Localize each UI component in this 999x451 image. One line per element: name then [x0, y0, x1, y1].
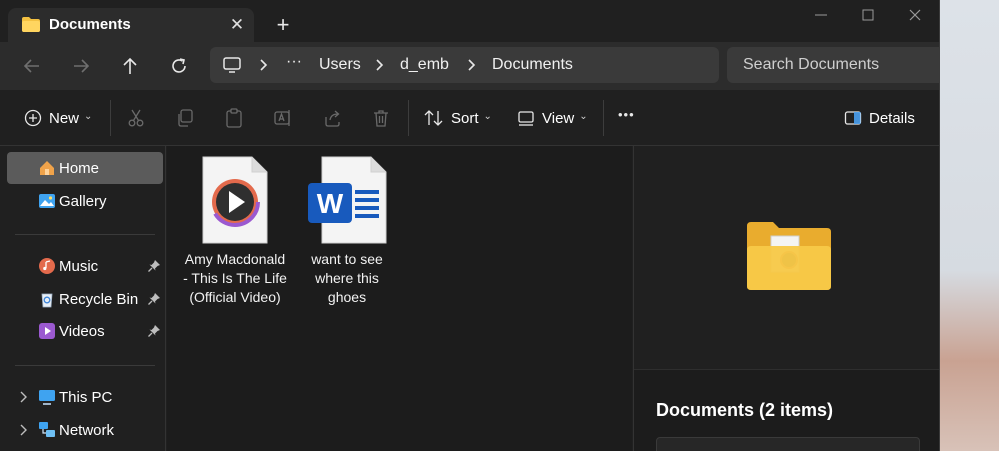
view-label: View — [542, 109, 575, 127]
file-name: want to see where this ghoes — [311, 251, 383, 305]
sidebar-item-recycle-bin[interactable]: Recycle Bin — [7, 283, 163, 315]
this-pc-icon — [39, 390, 55, 405]
chevron-down-icon: ⌄ — [84, 110, 93, 122]
toolbar-divider — [110, 100, 111, 136]
file-explorer-window: Documents ✕ + ··· Users d_emb Documents … — [0, 0, 940, 451]
sidebar-divider — [15, 365, 155, 366]
recycle-bin-icon — [41, 293, 53, 308]
maximize-button[interactable] — [857, 5, 879, 25]
cut-icon[interactable] — [126, 108, 146, 128]
paste-icon[interactable] — [224, 107, 244, 129]
chevron-down-icon: ⌄ — [579, 110, 588, 122]
search-input[interactable]: Search Documents — [727, 47, 939, 83]
chevron-right-icon[interactable] — [17, 390, 29, 404]
details-preview — [634, 146, 939, 370]
word-document-icon: W — [308, 156, 387, 244]
sidebar-item-videos[interactable]: Videos — [7, 315, 163, 347]
chevron-right-icon — [468, 59, 476, 71]
up-arrow-icon[interactable] — [118, 54, 142, 78]
details-pane-button[interactable]: Details — [844, 104, 915, 132]
file-item[interactable]: W want to see where this ghoes — [295, 156, 399, 307]
back-arrow-icon[interactable] — [20, 54, 44, 78]
search-placeholder: Search Documents — [743, 56, 880, 73]
toolbar-divider — [603, 100, 604, 136]
sidebar-item-label: Home — [59, 160, 100, 177]
file-list: Amy Macdonald - This Is The Life (Offici… — [167, 146, 632, 451]
pin-icon — [148, 260, 160, 272]
file-name: Amy Macdonald - This Is The Life (Offici… — [183, 251, 287, 305]
close-tab-button[interactable]: ✕ — [226, 14, 248, 36]
navigation-pane: Home Gallery Music Recycle Bin Videos Th… — [0, 146, 166, 451]
network-icon — [39, 422, 55, 437]
sidebar-item-label: Recycle Bin — [59, 291, 139, 308]
sidebar-item-home[interactable]: Home — [7, 152, 163, 184]
chevron-right-icon[interactable] — [17, 423, 29, 437]
gallery-icon — [39, 194, 55, 208]
sidebar-item-label: Network — [59, 422, 115, 439]
file-item[interactable]: Amy Macdonald - This Is The Life (Offici… — [183, 156, 287, 307]
sort-label: Sort — [451, 109, 479, 127]
sidebar-item-gallery[interactable]: Gallery — [7, 185, 163, 217]
delete-icon[interactable] — [371, 108, 391, 128]
sidebar-item-music[interactable]: Music — [7, 250, 163, 282]
rename-icon[interactable] — [273, 108, 293, 128]
view-button[interactable]: View ⌄ — [517, 104, 588, 132]
details-title: Documents (2 items) — [656, 400, 834, 420]
minimize-button[interactable] — [810, 5, 832, 25]
breadcrumb-d-emb[interactable]: d_emb — [400, 56, 449, 74]
new-tab-button[interactable]: + — [272, 14, 294, 36]
folder-icon — [22, 17, 40, 32]
sort-icon — [424, 110, 443, 126]
chevron-right-icon — [376, 59, 384, 71]
more-options-button[interactable]: ••• — [618, 107, 635, 122]
details-pane-icon — [844, 111, 862, 125]
title-bar: Documents ✕ + — [0, 0, 939, 42]
plus-circle-icon — [24, 109, 42, 127]
monitor-icon — [223, 57, 241, 73]
copy-icon[interactable] — [175, 108, 195, 128]
share-icon[interactable] — [322, 108, 342, 128]
forward-arrow-icon[interactable] — [69, 54, 93, 78]
details-label: Details — [869, 109, 915, 127]
breadcrumb-documents[interactable]: Documents — [492, 56, 573, 74]
chevron-down-icon: ⌄ — [483, 110, 492, 122]
videos-icon — [39, 323, 55, 339]
details-pane: Documents (2 items) — [633, 146, 939, 451]
toolbar-divider — [408, 100, 409, 136]
command-bar: New ⌄ Sort ⌄ View ⌄ ••• Details — [0, 90, 939, 146]
address-bar-row: ··· Users d_emb Documents Search Documen… — [0, 42, 939, 90]
tab-documents[interactable]: Documents ✕ — [8, 8, 254, 42]
chevron-right-icon — [260, 59, 268, 71]
sidebar-divider — [15, 234, 155, 235]
sidebar-item-label: Music — [59, 258, 99, 275]
sidebar-item-network[interactable]: Network — [7, 414, 163, 446]
close-window-button[interactable] — [904, 5, 926, 25]
sidebar-item-label: Gallery — [59, 193, 107, 210]
path-ellipsis[interactable]: ··· — [286, 53, 302, 71]
details-properties-box — [656, 437, 920, 451]
new-button[interactable]: New ⌄ — [24, 104, 92, 132]
new-label: New — [49, 109, 80, 127]
folder-preview-icon — [747, 222, 831, 290]
pin-icon — [148, 325, 160, 337]
view-icon — [518, 111, 534, 126]
breadcrumb-users[interactable]: Users — [319, 56, 361, 74]
desktop-background — [940, 0, 999, 451]
home-icon — [40, 161, 54, 175]
sidebar-item-label: Videos — [59, 323, 105, 340]
svg-text:W: W — [317, 188, 344, 219]
sort-button[interactable]: Sort ⌄ — [424, 104, 492, 132]
refresh-icon[interactable] — [167, 54, 191, 78]
video-file-icon — [202, 156, 268, 244]
tab-title: Documents — [49, 16, 131, 33]
music-icon — [39, 258, 55, 274]
sidebar-item-label: This PC — [59, 389, 113, 406]
address-bar[interactable]: ··· Users d_emb Documents — [210, 47, 719, 83]
sidebar-item-this-pc[interactable]: This PC — [7, 381, 163, 413]
pin-icon — [148, 293, 160, 305]
